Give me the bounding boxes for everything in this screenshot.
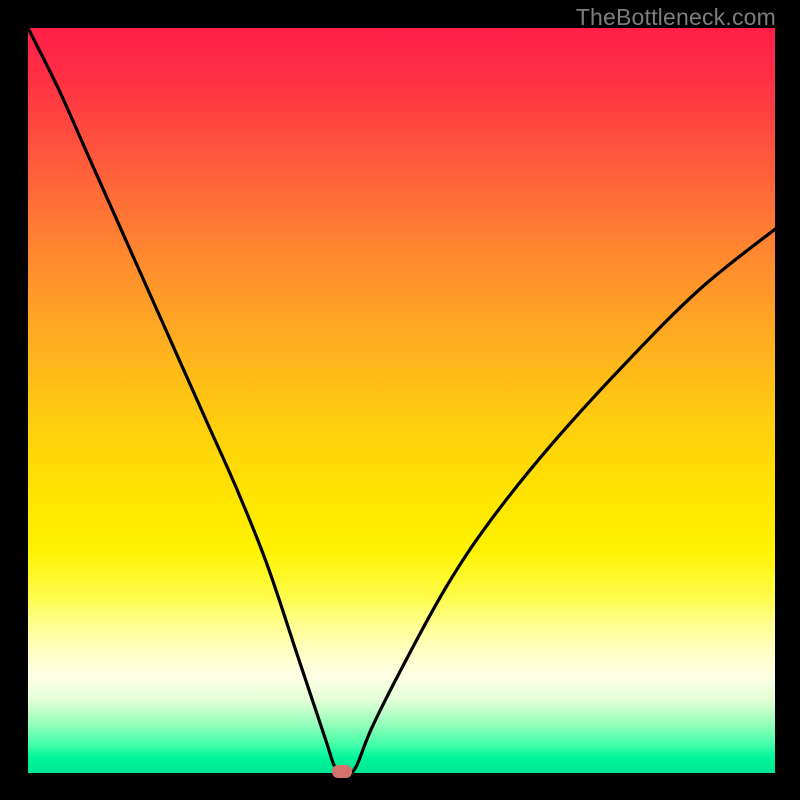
bottleneck-curve <box>28 28 775 773</box>
watermark-text: TheBottleneck.com <box>576 4 776 31</box>
chart-frame: TheBottleneck.com <box>0 0 800 800</box>
plot-area <box>28 28 775 773</box>
min-marker <box>332 765 352 778</box>
